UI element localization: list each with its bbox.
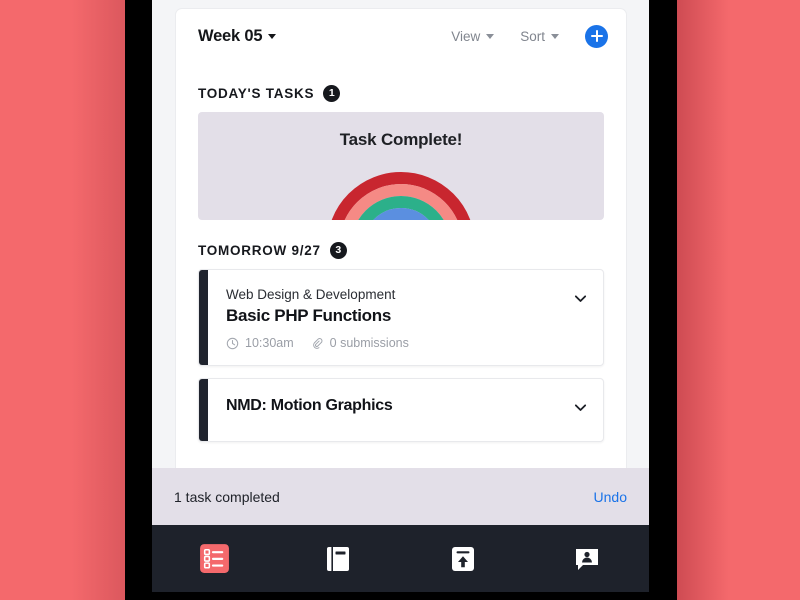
task-card-text: Web Design & Development Basic PHP Funct… <box>226 286 562 350</box>
section-header-today: TODAY'S TASKS 1 <box>176 63 626 112</box>
task-time-label: 10:30am <box>245 336 294 351</box>
task-accent-bar <box>199 379 208 441</box>
task-time: 10:30am <box>226 336 294 350</box>
phone-screen: Week 05 View Sort TODAY'S TASKS 1 Task C… <box>152 0 649 592</box>
sort-menu-label: Sort <box>520 28 545 44</box>
undo-button[interactable]: Undo <box>594 489 627 505</box>
bottom-navigation <box>152 525 649 592</box>
rainbow-illustration <box>331 172 471 220</box>
page-title: Week 05 <box>198 26 263 45</box>
chevron-down-icon <box>551 33 559 39</box>
paperclip-icon <box>312 337 323 349</box>
task-card-text: NMD: Motion Graphics <box>226 395 562 426</box>
task-submissions: 0 submissions <box>312 336 409 350</box>
task-card-body: NMD: Motion Graphics <box>208 379 603 441</box>
chevron-down-icon[interactable] <box>572 290 589 307</box>
inbox-upload-icon <box>451 546 474 571</box>
section-title: TODAY'S TASKS <box>198 86 315 101</box>
sort-menu-button[interactable]: Sort <box>520 29 559 44</box>
section-header-tomorrow: TOMORROW 9/27 3 <box>176 220 626 269</box>
task-submissions-label: 0 submissions <box>329 336 409 351</box>
status-badge: 1 <box>323 85 341 102</box>
task-title: Basic PHP Functions <box>226 306 391 326</box>
task-complete-message: Task Complete! <box>339 130 463 149</box>
chevron-down-icon <box>268 33 277 39</box>
task-list-icon <box>199 544 229 573</box>
chevron-down-icon <box>486 33 495 39</box>
snackbar-message: 1 task completed <box>174 488 280 505</box>
phone-device-frame: Week 05 View Sort TODAY'S TASKS 1 Task C… <box>125 0 677 600</box>
app-header: Week 05 View Sort <box>175 8 627 63</box>
chat-person-icon <box>575 548 598 570</box>
view-menu-label: View <box>451 28 481 44</box>
task-card[interactable]: NMD: Motion Graphics <box>198 378 604 442</box>
task-card-list: Web Design & Development Basic PHP Funct… <box>176 269 626 442</box>
nav-item-tasks[interactable] <box>152 542 276 575</box>
backdrop-shade-right <box>670 0 800 600</box>
task-list-panel: TODAY'S TASKS 1 Task Complete! TOMORROW … <box>175 63 627 533</box>
nav-item-submit[interactable] <box>401 543 525 575</box>
week-selector[interactable]: Week 05 <box>198 26 277 46</box>
task-course-name: Web Design & Development <box>226 287 396 302</box>
task-course-name: NMD: Motion Graphics <box>226 397 393 415</box>
chevron-down-icon[interactable] <box>572 399 589 416</box>
task-accent-bar <box>199 270 208 366</box>
nav-item-courses[interactable] <box>276 543 400 575</box>
task-card[interactable]: Web Design & Development Basic PHP Funct… <box>198 269 604 367</box>
task-meta-row: 10:30am 0 submissions <box>226 336 562 350</box>
clock-icon <box>226 337 239 350</box>
snackbar: 1 task completed Undo <box>152 468 649 525</box>
backdrop-shade-left <box>0 0 130 600</box>
nav-item-messages[interactable] <box>525 543 649 575</box>
add-task-button[interactable] <box>585 24 608 48</box>
status-badge: 3 <box>329 242 347 259</box>
section-title: TOMORROW 9/27 <box>198 243 321 258</box>
task-complete-panel: Task Complete! <box>198 112 604 220</box>
view-menu-button[interactable]: View <box>451 28 495 44</box>
task-card-body: Web Design & Development Basic PHP Funct… <box>208 270 603 365</box>
book-icon <box>327 546 350 571</box>
